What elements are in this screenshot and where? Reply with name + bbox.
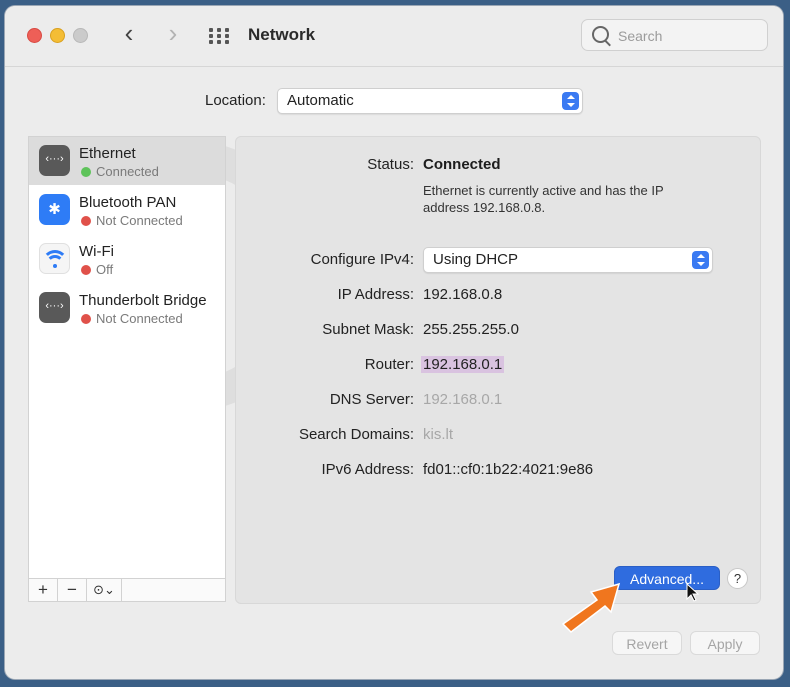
service-status: Off — [96, 262, 114, 277]
location-popup[interactable]: Automatic — [277, 88, 583, 114]
action-menu-button[interactable]: ⊙⌄ — [87, 579, 122, 601]
status-value: Connected — [423, 156, 501, 173]
remove-service-button[interactable]: − — [58, 579, 87, 601]
service-list-toolbar: + − ⊙⌄ — [29, 578, 225, 601]
titlebar: ‹ › Network — [5, 6, 783, 67]
service-name: Wi-Fi — [79, 243, 114, 260]
service-status: Connected — [96, 164, 159, 179]
popup-chevron-icon — [562, 92, 579, 110]
network-preferences-window: ‹ › Network Location: Automatic Ethernet… — [5, 6, 783, 679]
close-window-button[interactable] — [27, 28, 42, 43]
status-dot-red — [81, 314, 91, 324]
service-name: Ethernet — [79, 145, 136, 162]
subnet-mask-label: Subnet Mask: — [322, 321, 414, 338]
status-label: Status: — [367, 156, 414, 173]
service-list: Ethernet Connected Bluetooth PAN Not Con… — [28, 136, 226, 602]
service-name: Bluetooth PAN — [79, 194, 177, 211]
thunderbolt-bridge-icon — [39, 292, 70, 323]
search-icon — [592, 26, 609, 43]
service-status: Not Connected — [96, 311, 183, 326]
service-name: Thunderbolt Bridge — [79, 292, 207, 309]
window-title: Network — [248, 25, 316, 44]
bluetooth-icon — [39, 194, 70, 225]
location-value: Automatic — [287, 92, 354, 109]
status-dot-green — [81, 167, 91, 177]
minimize-window-button[interactable] — [50, 28, 65, 43]
search-domains-value: kis.lt — [423, 426, 453, 443]
apply-button[interactable]: Apply — [690, 631, 760, 655]
status-dot-red — [81, 216, 91, 226]
service-item-ethernet[interactable]: Ethernet Connected — [29, 137, 225, 185]
add-service-button[interactable]: + — [29, 579, 58, 601]
status-description: Ethernet is currently active and has the… — [423, 183, 664, 215]
back-button[interactable]: ‹ — [117, 20, 141, 48]
status-dot-red — [81, 265, 91, 275]
ethernet-icon — [39, 145, 70, 176]
wifi-icon — [39, 243, 70, 274]
ipv6-address-label: IPv6 Address: — [321, 461, 414, 478]
configure-ipv4-value: Using DHCP — [433, 251, 519, 268]
ip-address-label: IP Address: — [337, 286, 414, 303]
service-item-bluetooth-pan[interactable]: Bluetooth PAN Not Connected — [29, 186, 225, 234]
orange-arrow-icon — [561, 582, 621, 633]
ipv6-address-value: fd01::cf0:1b22:4021:9e86 — [423, 461, 594, 478]
router-label: Router: — [364, 356, 414, 373]
help-button[interactable]: ? — [727, 568, 748, 589]
service-status: Not Connected — [96, 213, 183, 228]
service-item-thunderbolt-bridge[interactable]: Thunderbolt Bridge Not Connected — [29, 284, 225, 332]
zoom-window-button[interactable] — [73, 28, 88, 43]
show-all-grid-icon[interactable] — [209, 28, 233, 44]
search-input[interactable] — [616, 25, 760, 47]
subnet-mask-value: 255.255.255.0 — [423, 321, 519, 338]
search-field[interactable] — [581, 19, 768, 51]
ip-address-value: 192.168.0.8 — [423, 286, 503, 303]
search-domains-label: Search Domains: — [298, 426, 414, 443]
dns-server-value: 192.168.0.1 — [423, 391, 503, 408]
router-value: 192.168.0.1 — [421, 356, 505, 373]
configure-ipv4-popup[interactable]: Using DHCP — [423, 247, 713, 273]
popup-chevron-icon — [692, 251, 709, 269]
forward-button[interactable]: › — [161, 20, 185, 48]
service-item-wifi[interactable]: Wi-Fi Off — [29, 235, 225, 283]
dns-server-label: DNS Server: — [329, 391, 414, 408]
configure-ipv4-label: Configure IPv4: — [310, 251, 414, 268]
mouse-cursor-icon — [686, 583, 700, 602]
location-label: Location: — [205, 92, 266, 109]
